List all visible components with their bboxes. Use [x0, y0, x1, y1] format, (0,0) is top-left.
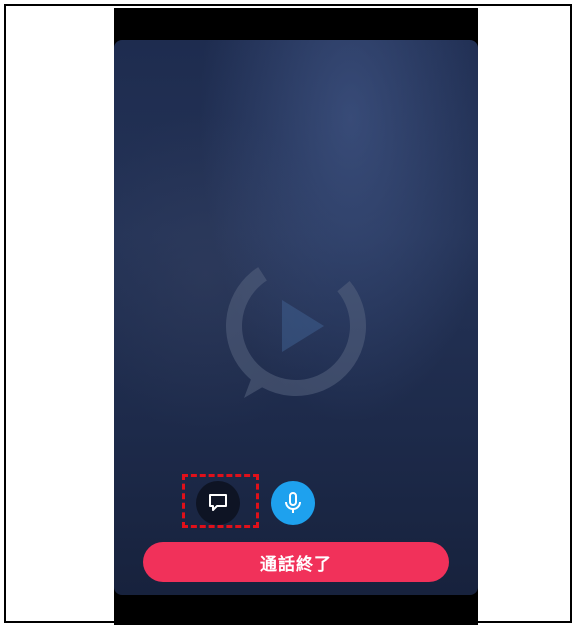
call-screen: 通話終了 — [114, 40, 478, 595]
play-chat-logo-icon — [226, 256, 366, 398]
chat-bubble-icon — [209, 494, 227, 511]
screenshot-frame: 通話終了 — [4, 4, 572, 625]
phone-screen: 通話終了 — [114, 8, 478, 625]
end-call-button[interactable]: 通話終了 — [143, 542, 449, 582]
mic-button[interactable] — [271, 481, 315, 525]
microphone-icon — [285, 492, 301, 513]
chat-button[interactable] — [196, 481, 240, 525]
